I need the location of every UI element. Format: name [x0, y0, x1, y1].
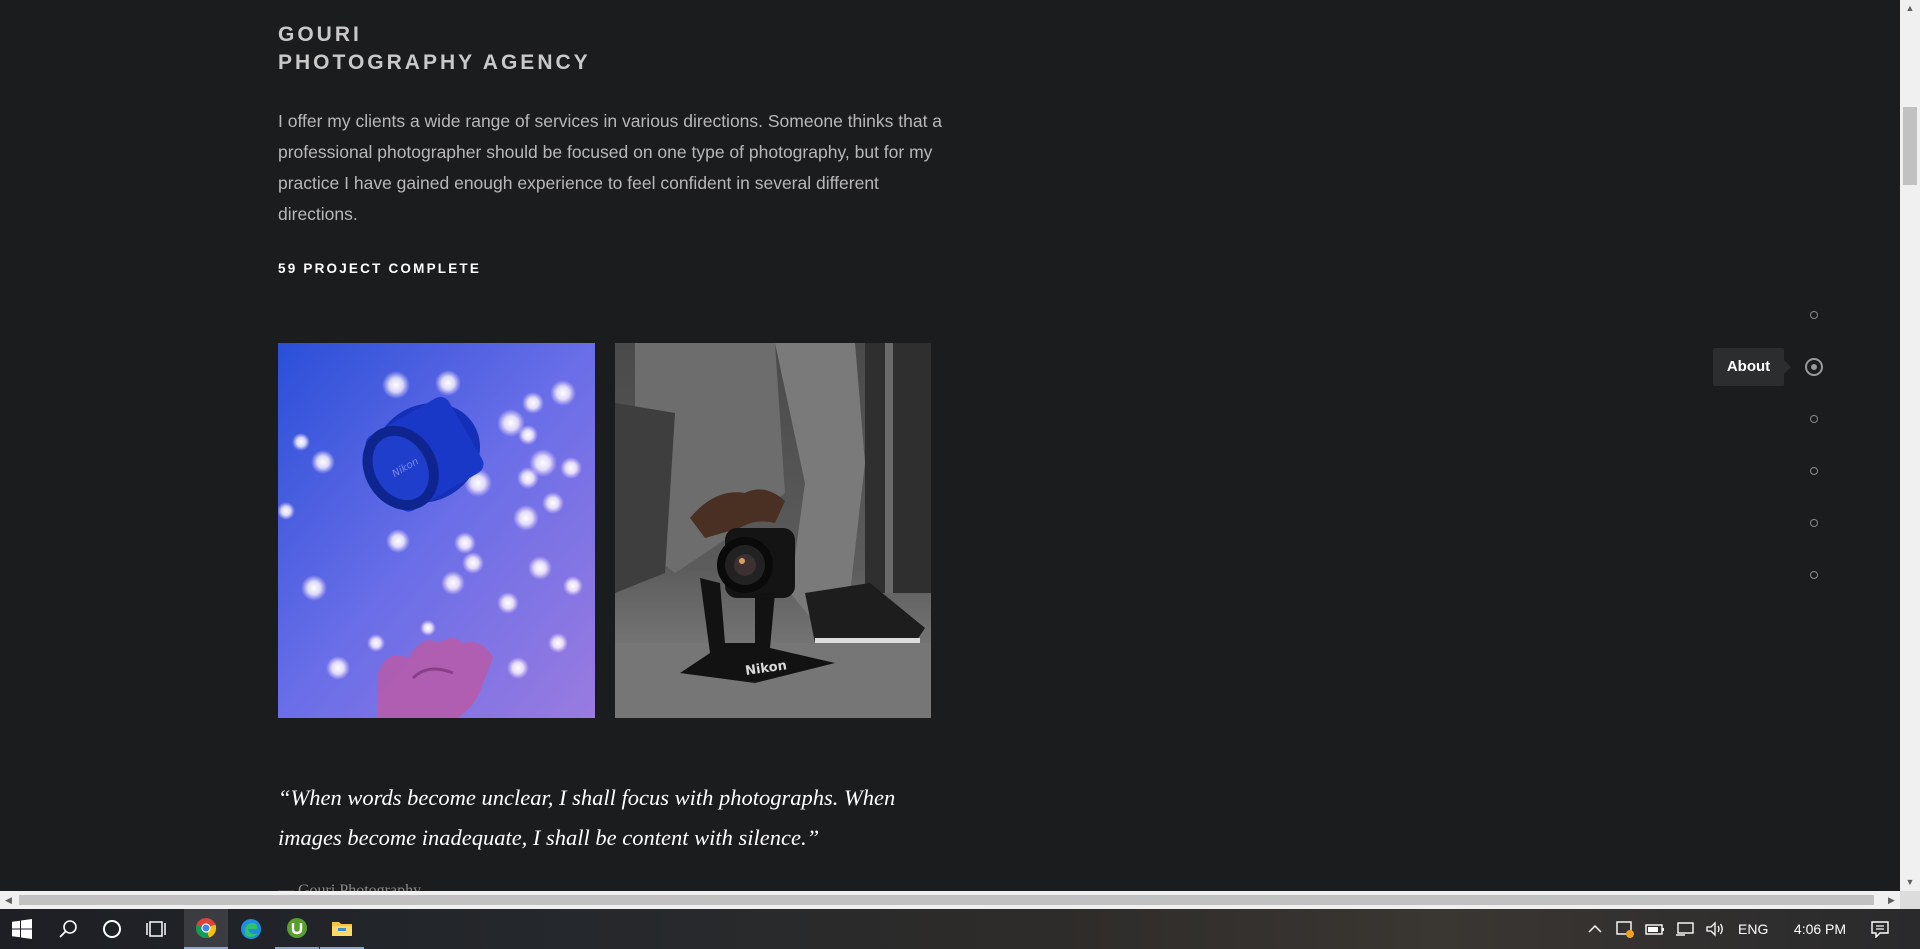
quote-text: “When words become unclear, I shall focu… [278, 785, 896, 850]
start-icon[interactable] [0, 909, 44, 949]
security-notification-icon[interactable] [1615, 919, 1635, 939]
vertical-scroll-thumb[interactable] [1903, 107, 1917, 185]
volume-icon[interactable] [1705, 919, 1725, 939]
quote-author: — Gouri Photography [278, 882, 422, 891]
scroll-up-arrow-icon[interactable]: ▲ [1900, 0, 1920, 17]
brand-subtitle: PHOTOGRAPHY AGENCY [278, 51, 591, 74]
side-nav-dot-4[interactable] [1810, 467, 1818, 475]
horizontal-scroll-thumb[interactable] [19, 895, 1874, 905]
intro-paragraph: I offer my clients a wide range of servi… [278, 111, 943, 224]
horizontal-scrollbar[interactable]: ◀ ▶ [0, 891, 1900, 909]
clock[interactable]: 4:06 PM [1785, 909, 1855, 949]
brand-name: GOURI [278, 23, 362, 46]
action-center-icon[interactable] [1870, 919, 1890, 939]
cortana-icon[interactable] [90, 909, 134, 949]
camera-lens-bokeh-photo: Nikon [278, 343, 595, 718]
projects-complete-counter: 59 PROJECT COMPLETE [278, 261, 482, 276]
utorrent-icon[interactable] [275, 909, 319, 949]
side-nav-dot-about-active[interactable] [1805, 358, 1823, 376]
scroll-down-arrow-icon[interactable]: ▼ [1900, 874, 1920, 891]
scroll-left-arrow-icon[interactable]: ◀ [0, 891, 17, 909]
scrollbar-corner [1900, 891, 1920, 909]
battery-icon[interactable] [1645, 919, 1665, 939]
language-indicator[interactable]: ENG [1738, 909, 1768, 949]
side-nav-dot-home[interactable] [1810, 311, 1818, 319]
hand-holding-camera-photo: Nikon [615, 343, 931, 718]
webpage-viewport: GOURI PHOTOGRAPHY AGENCY I offer my clie… [0, 0, 1900, 891]
search-icon[interactable] [46, 909, 90, 949]
task-view-icon[interactable] [134, 909, 178, 949]
side-nav-dot-3[interactable] [1810, 415, 1818, 423]
chrome-icon[interactable] [184, 909, 228, 949]
side-nav-dot-5[interactable] [1810, 519, 1818, 527]
chevron-up-icon[interactable] [1585, 919, 1605, 939]
network-icon[interactable] [1675, 919, 1695, 939]
vertical-scrollbar[interactable]: ▲ ▼ [1900, 0, 1920, 891]
windows-taskbar: ENG 4:06 PM [0, 909, 1920, 949]
edge-icon[interactable] [229, 909, 273, 949]
side-nav-dot-6[interactable] [1810, 571, 1818, 579]
file-explorer-icon[interactable] [320, 909, 364, 949]
scroll-right-arrow-icon[interactable]: ▶ [1883, 891, 1900, 909]
side-nav-tooltip-about: About [1713, 348, 1791, 386]
